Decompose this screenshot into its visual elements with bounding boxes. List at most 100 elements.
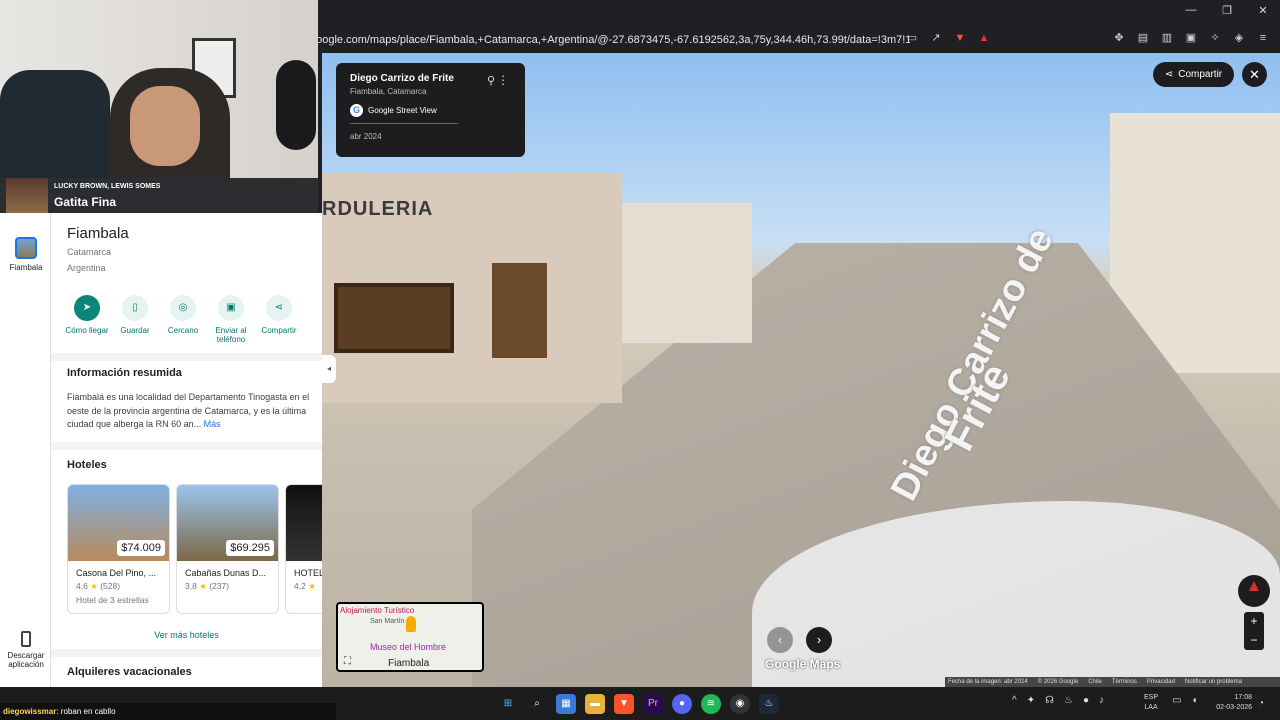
steam-icon[interactable]: ♨	[759, 694, 779, 714]
file-explorer-icon[interactable]: ▬	[585, 694, 605, 714]
see-more-hotels-link[interactable]: Ver más hoteles	[51, 630, 322, 640]
minimap[interactable]: Alojamiento Turístico San Martín Museo d…	[336, 602, 484, 672]
google-maps-logo: Google Maps	[765, 657, 841, 671]
puzzle-icon[interactable]: ✥	[1112, 31, 1126, 45]
volume-icon[interactable]: ◖	[1191, 695, 1197, 706]
footer-report-link[interactable]: Notificar un problema	[1185, 677, 1242, 687]
rail-place-label: Fiambala	[9, 263, 43, 272]
action-buttons: ➤ Cómo llegar ▯ Guardar ◎ Cercano ▣ Envi…	[63, 295, 303, 344]
guitar	[276, 60, 316, 150]
widgets-icon[interactable]: ▦	[556, 694, 576, 714]
location-subtitle: Fiambala, Catamarca	[350, 87, 427, 96]
microphone-icon[interactable]: ♪	[1099, 695, 1104, 706]
notification-icon[interactable]: ◔	[1258, 698, 1264, 709]
search-icon[interactable]: ⌕	[527, 694, 547, 714]
more-options-icon[interactable]: ⋮	[497, 73, 509, 87]
monitor-icon[interactable]: ▭	[1172, 695, 1181, 706]
zoom-control: + −	[1244, 612, 1264, 650]
minimap-street-label: San Martín	[370, 618, 405, 625]
phone-send-icon: ▣	[218, 295, 244, 321]
steam-tray-icon[interactable]: ♨	[1064, 695, 1073, 706]
zoom-out-button[interactable]: −	[1244, 631, 1264, 650]
share-icon[interactable]: ↗	[929, 31, 943, 45]
share-place-label: Compartir	[261, 326, 297, 335]
headset-icon[interactable]: ☊	[1045, 695, 1054, 706]
language-indicator[interactable]: ESP LAA	[1144, 693, 1158, 713]
summary-title: Información resumida	[67, 367, 182, 379]
tray-app-icon[interactable]: ✦	[1027, 695, 1035, 706]
summary-more-link[interactable]: Más	[204, 419, 221, 429]
clock[interactable]: 17:08 02-03-2026	[1206, 693, 1252, 713]
store-sign-text: RDULERIA	[322, 198, 434, 220]
capture-date[interactable]: abr 2024	[350, 132, 511, 141]
extension-icons: ✥ ▤ ▥ ▣ ✧ ◈ ≡	[1112, 31, 1270, 45]
spotify-icon[interactable]: ≋	[701, 694, 721, 714]
chat-username: diegowissmar	[3, 707, 57, 716]
footer-terms-link[interactable]: Términos	[1112, 677, 1137, 687]
nearby-button[interactable]: ◎ Cercano	[159, 295, 207, 344]
directions-button[interactable]: ➤ Cómo llegar	[63, 295, 111, 344]
pegman-icon	[406, 616, 416, 632]
zoom-in-button[interactable]: +	[1244, 612, 1264, 631]
album-art	[6, 178, 48, 213]
maximize-button[interactable]: ❐	[1220, 4, 1234, 17]
rail-item-download[interactable]: Descargar aplicación	[6, 631, 46, 669]
street-view-source: G Google Street View	[350, 104, 458, 124]
hotel-card[interactable]: $74.009 Casona Del Pino, ... 4,6 ★ (528)…	[67, 484, 170, 614]
vpn-icon[interactable]: ◈	[1232, 31, 1246, 45]
hotel-card[interactable]: $69.295 Cabañas Dunas D... 3,8 ★ (237)	[176, 484, 279, 614]
menu-icon[interactable]: ≡	[1256, 31, 1270, 45]
rewards-icon[interactable]: ▲	[977, 31, 991, 45]
hotel-price: $69.295	[226, 540, 274, 556]
previous-arrow-button[interactable]: ‹	[767, 627, 793, 653]
google-g-icon: G	[350, 104, 363, 117]
network-volume-tray: ▭ ◖	[1172, 695, 1198, 706]
save-button[interactable]: ▯ Guardar	[111, 295, 159, 344]
directions-icon: ➤	[74, 295, 100, 321]
cast-icon[interactable]: ▭	[905, 31, 919, 45]
tab-icon[interactable]: ▤	[1136, 31, 1150, 45]
chevron-up-icon[interactable]: ^	[1012, 695, 1017, 706]
streamer-face	[130, 86, 200, 166]
close-window-button[interactable]: ✕	[1256, 4, 1270, 17]
hotel-name: HOTEL	[294, 568, 322, 578]
now-playing-song: Gatita Fina	[54, 195, 117, 209]
leo-icon[interactable]: ✧	[1208, 31, 1222, 45]
webcam-overlay	[0, 0, 318, 178]
rail-item-place[interactable]: Fiambala	[6, 237, 46, 272]
address-bar[interactable]: google.com/maps/place/Fiambala,+Catamarc…	[310, 30, 910, 50]
next-arrow-button[interactable]: ›	[806, 627, 832, 653]
clock-date: 02-03-2026	[1216, 704, 1252, 711]
obs-icon[interactable]: ◉	[730, 694, 750, 714]
discord-tray-icon[interactable]: ●	[1083, 695, 1089, 706]
hotel-card[interactable]: HOTEL 4,2 ★	[285, 484, 322, 614]
footer-privacy-link[interactable]: Privacidad	[1147, 677, 1175, 687]
share-label: Compartir	[1178, 69, 1223, 80]
building-door	[492, 263, 547, 358]
star-icon: ★	[308, 581, 316, 591]
minimize-button[interactable]: —	[1184, 4, 1198, 17]
footer-copyright: © 2026 Google	[1037, 679, 1079, 685]
share-place-button[interactable]: ⋖ Compartir	[255, 295, 303, 344]
building-white	[622, 203, 752, 343]
sidebar-icon[interactable]: ▥	[1160, 31, 1174, 45]
compass-icon[interactable]	[1238, 575, 1270, 607]
footer-country[interactable]: Chile	[1088, 677, 1102, 687]
expand-icon[interactable]: ⛶	[344, 656, 351, 667]
share-button[interactable]: ⋖ Compartir	[1153, 62, 1234, 87]
minimap-poi-label: Alojamiento Turístico	[340, 606, 415, 615]
premiere-icon[interactable]: Pr	[643, 694, 663, 714]
rating-value: 3,8	[185, 581, 197, 591]
discord-icon[interactable]: ●	[672, 694, 692, 714]
location-pin-icon[interactable]: ⚲	[487, 74, 495, 87]
send-to-phone-button[interactable]: ▣ Enviar al teléfono	[207, 295, 255, 344]
windows-start-icon[interactable]: ⊞	[498, 694, 518, 714]
wallet-icon[interactable]: ▣	[1184, 31, 1198, 45]
footer-date: Fecha de la imagen: abr 2024	[948, 679, 1028, 685]
brave-shield-icon[interactable]: ▼	[953, 31, 967, 45]
brave-browser-icon[interactable]: ▼	[614, 694, 634, 714]
nearby-icon: ◎	[170, 295, 196, 321]
nearby-label: Cercano	[167, 326, 199, 335]
close-street-view-button[interactable]: ✕	[1242, 62, 1267, 87]
collapse-panel-button[interactable]: ◂	[322, 355, 336, 383]
